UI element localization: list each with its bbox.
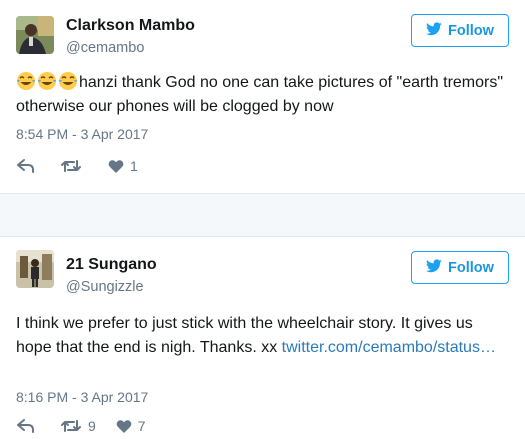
tweet-body: hanzi thank God no one can take pictures…: [16, 74, 504, 115]
author-handle[interactable]: @Sungizzle: [66, 279, 144, 295]
tweet-card: 21 Sungano @Sungizzle Follow I think we …: [0, 236, 525, 439]
tweet-actions: 1: [16, 158, 138, 174]
reply-button[interactable]: [16, 418, 36, 434]
like-button[interactable]: 7: [116, 418, 146, 434]
tears-of-joy-emoji: [37, 71, 57, 91]
author-handle[interactable]: @cemambo: [66, 40, 144, 56]
tweet-card: Clarkson Mambo @cemambo Follow hanzi tha…: [0, 0, 525, 193]
tweet-link[interactable]: twitter.com/cemambo/status…: [282, 339, 496, 356]
tweet-timestamp[interactable]: 8:54 PM - 3 Apr 2017: [16, 126, 148, 142]
author-name[interactable]: Clarkson Mambo: [66, 17, 195, 35]
author-name[interactable]: 21 Sungano: [66, 256, 157, 274]
tweet-timestamp[interactable]: 8:16 PM - 3 Apr 2017: [16, 389, 148, 405]
follow-label: Follow: [448, 259, 494, 276]
like-button[interactable]: 1: [108, 158, 138, 174]
tweet-text: I think we prefer to just stick with the…: [16, 312, 511, 360]
avatar[interactable]: [16, 250, 54, 288]
bird-icon: [426, 258, 442, 277]
retweet-button[interactable]: [60, 158, 88, 174]
tweet-actions: 9 7: [16, 418, 146, 434]
follow-button[interactable]: Follow: [411, 251, 509, 284]
tweet-text: hanzi thank God no one can take pictures…: [16, 71, 511, 119]
like-count: 1: [130, 158, 138, 174]
retweet-count: 9: [88, 418, 96, 434]
reply-icon: [16, 158, 36, 174]
reply-button[interactable]: [16, 158, 36, 174]
follow-button[interactable]: Follow: [411, 14, 509, 47]
heart-icon: [108, 159, 124, 174]
reply-icon: [16, 418, 36, 434]
follow-label: Follow: [448, 22, 494, 39]
retweet-icon: [60, 158, 82, 174]
like-count: 7: [137, 418, 146, 434]
retweet-icon: [60, 418, 82, 434]
tears-of-joy-emoji: [16, 71, 36, 91]
tears-of-joy-emoji: [58, 71, 78, 91]
retweet-button[interactable]: 9: [60, 418, 96, 434]
avatar[interactable]: [16, 16, 54, 54]
tweet-separator: [0, 193, 525, 236]
bird-icon: [426, 21, 442, 40]
heart-icon: [116, 419, 132, 434]
